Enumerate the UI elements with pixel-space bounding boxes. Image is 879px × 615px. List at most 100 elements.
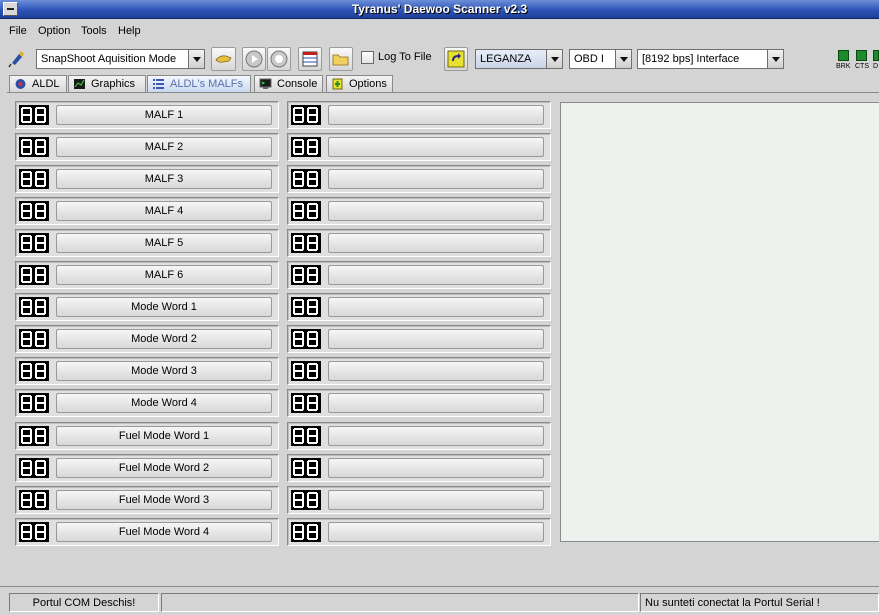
- malf-field[interactable]: Mode Word 1: [56, 297, 272, 317]
- malf-field[interactable]: MALF 2: [56, 137, 272, 157]
- acquisition-mode-select[interactable]: SnapShoot Aquisition Mode: [36, 49, 205, 69]
- seven-segment-icon: [19, 233, 49, 253]
- malf-field[interactable]: [328, 169, 544, 189]
- seven-segment-icon: [19, 458, 49, 478]
- tab-aldl[interactable]: ALDL: [9, 75, 67, 92]
- brk-led: [838, 50, 849, 61]
- malf-description-panel: [560, 102, 879, 542]
- malf-field[interactable]: [328, 361, 544, 381]
- malf-field[interactable]: [328, 490, 544, 510]
- malf-row-2-right: [287, 133, 551, 161]
- malf-row-8-left: Mode Word 2: [15, 325, 279, 353]
- malf-field[interactable]: [328, 265, 544, 285]
- seven-segment-icon: [291, 105, 321, 125]
- malf-field[interactable]: [328, 297, 544, 317]
- malf-field[interactable]: Mode Word 2: [56, 329, 272, 349]
- menu-tools[interactable]: Tools: [81, 25, 107, 37]
- malf-field[interactable]: MALF 6: [56, 265, 272, 285]
- interface-value: [8192 bps] Interface: [642, 53, 740, 65]
- malf-row-9-left: Mode Word 3: [15, 357, 279, 385]
- protocol-select[interactable]: OBD I: [569, 49, 632, 69]
- malf-field[interactable]: MALF 1: [56, 105, 272, 125]
- malf-field[interactable]: MALF 3: [56, 169, 272, 189]
- hand-icon: [215, 55, 232, 63]
- malf-field[interactable]: MALF 4: [56, 201, 272, 221]
- malf-field[interactable]: Mode Word 3: [56, 361, 272, 381]
- acquisition-mode-value: SnapShoot Aquisition Mode: [41, 53, 177, 65]
- stop-button[interactable]: [267, 47, 291, 71]
- tab-graphics[interactable]: Graphics: [68, 75, 146, 92]
- menu-file[interactable]: File: [9, 25, 27, 37]
- tab-graphics-label: Graphics: [91, 78, 136, 90]
- malf-row-12-right: [287, 454, 551, 482]
- seven-segment-icon: [19, 297, 49, 317]
- plug-icon: [8, 51, 24, 68]
- play-button[interactable]: [242, 47, 266, 71]
- seven-segment-icon: [291, 329, 321, 349]
- status-bar: Portul COM Deschis! Nu sunteti conectat …: [0, 593, 879, 613]
- log-to-file-label: Log To File: [378, 51, 432, 63]
- malf-field[interactable]: MALF 5: [56, 233, 272, 253]
- menu-option[interactable]: Option: [38, 25, 70, 37]
- vehicle-select[interactable]: LEGANZA: [475, 49, 563, 69]
- seven-segment-icon: [291, 265, 321, 285]
- seven-segment-icon: [291, 393, 321, 413]
- malf-row-7-right: [287, 293, 551, 321]
- malf-field[interactable]: [328, 458, 544, 478]
- options-icon: [332, 78, 343, 90]
- interface-select[interactable]: [8192 bps] Interface: [637, 49, 784, 69]
- malf-row-9-right: [287, 357, 551, 385]
- seven-segment-icon: [291, 297, 321, 317]
- console-icon: [259, 78, 272, 89]
- menu-help[interactable]: Help: [118, 25, 141, 37]
- malf-field[interactable]: [328, 105, 544, 125]
- aldl-icon: [15, 79, 26, 89]
- report-button[interactable]: [298, 47, 322, 71]
- seven-segment-icon: [19, 105, 49, 125]
- malf-row-3-left: MALF 3: [15, 165, 279, 193]
- seven-segment-icon: [19, 426, 49, 446]
- seven-segment-icon: [19, 361, 49, 381]
- refresh-button[interactable]: [444, 47, 468, 71]
- malf-field[interactable]: Fuel Mode Word 1: [56, 426, 272, 446]
- seven-segment-icon: [291, 361, 321, 381]
- tab-aldl-malfs[interactable]: ALDL's MALFs: [147, 75, 251, 92]
- seven-segment-icon: [291, 169, 321, 189]
- tab-aldl-label: ALDL: [32, 78, 60, 90]
- d-label: D: [873, 63, 879, 70]
- acquire-button[interactable]: [211, 47, 236, 71]
- malf-row-10-right: [287, 389, 551, 417]
- chevron-down-icon[interactable]: [546, 50, 562, 68]
- chevron-down-icon[interactable]: [767, 50, 783, 68]
- tab-console[interactable]: Console: [254, 75, 323, 92]
- malf-field[interactable]: Mode Word 4: [56, 393, 272, 413]
- log-to-file-checkbox[interactable]: [361, 51, 374, 64]
- connect-button[interactable]: [6, 47, 30, 71]
- malf-field[interactable]: [328, 329, 544, 349]
- malf-field[interactable]: Fuel Mode Word 3: [56, 490, 272, 510]
- malf-field[interactable]: [328, 233, 544, 253]
- malf-row-4-right: [287, 197, 551, 225]
- malf-field[interactable]: Fuel Mode Word 2: [56, 458, 272, 478]
- seven-segment-icon: [291, 522, 321, 542]
- tab-options[interactable]: Options: [326, 75, 393, 92]
- open-folder-button[interactable]: [329, 47, 353, 71]
- cts-led: [856, 50, 867, 61]
- tab-bar: ALDL Graphics ALDL's MALFs Console Optio…: [0, 74, 879, 92]
- malf-row-6-right: [287, 261, 551, 289]
- seven-segment-icon: [19, 265, 49, 285]
- chevron-down-icon[interactable]: [188, 50, 204, 68]
- connection-status: Nu sunteti conectat la Portul Serial !: [640, 593, 879, 612]
- malf-field[interactable]: [328, 393, 544, 413]
- malf-row-11-left: Fuel Mode Word 1: [15, 422, 279, 450]
- malf-field[interactable]: Fuel Mode Word 4: [56, 522, 272, 542]
- malf-field[interactable]: [328, 426, 544, 446]
- malf-field[interactable]: [328, 522, 544, 542]
- chevron-down-icon[interactable]: [615, 50, 631, 68]
- port-status: Portul COM Deschis!: [9, 593, 159, 612]
- folder-icon: [332, 54, 349, 66]
- title-bar: Tyranus' Daewoo Scanner v2.3: [0, 0, 879, 19]
- malf-field[interactable]: [328, 201, 544, 221]
- malf-row-14-left: Fuel Mode Word 4: [15, 518, 279, 546]
- malf-field[interactable]: [328, 137, 544, 157]
